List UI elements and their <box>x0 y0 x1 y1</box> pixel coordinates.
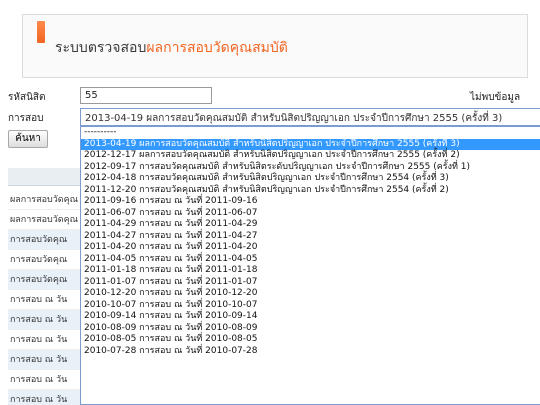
dropdown-option[interactable]: 2010-12-20 การสอบ ณ วันที่ 2010-12-20 <box>81 288 540 300</box>
dropdown-option[interactable]: 2011-06-07 การสอบ ณ วันที่ 2011-06-07 <box>81 208 540 220</box>
dropdown-option[interactable]: 2010-09-14 การสอบ ณ วันที่ 2010-09-14 <box>81 311 540 323</box>
dropdown-option[interactable]: 2010-08-09 การสอบ ณ วันที่ 2010-08-09 <box>81 323 540 335</box>
table-row: การสอบ ณ วัน <box>8 390 80 405</box>
page-title: ระบบตรวจสอบผลการสอบวัดคุณสมบัติ <box>55 37 288 59</box>
table-row: การสอบวัดคุณ <box>8 230 80 250</box>
dropdown-option[interactable]: 2011-04-27 การสอบ ณ วันที่ 2011-04-27 <box>81 231 540 243</box>
dropdown-option[interactable]: 2011-09-16 การสอบ ณ วันที่ 2011-09-16 <box>81 196 540 208</box>
dropdown-option[interactable]: 2011-04-05 การสอบ ณ วันที่ 2011-04-05 <box>81 254 540 266</box>
table-row: ผลการสอบวัดคุณ <box>8 190 80 210</box>
dropdown-option[interactable]: 2011-12-20 การสอบวัดคุณสมบัติ สำหรับนิสิ… <box>81 185 540 197</box>
table-row: การสอบ ณ วัน <box>8 290 80 310</box>
exam-dropdown-list[interactable]: ---------- 2013-04-19 ผลการสอบวัดคุณสมบัต… <box>80 126 540 405</box>
status-text: ไม่พบข้อมูล <box>470 92 521 103</box>
table-row: การสอบ ณ วัน <box>8 330 80 350</box>
dropdown-option[interactable]: 2010-07-28 การสอบ ณ วันที่ 2010-07-28 <box>81 346 540 358</box>
table-row: การสอบ ณ วัน <box>8 310 80 330</box>
table-row: การสอบวัดคุณ <box>8 250 80 270</box>
results-table: ผลการสอบวัดคุณ ผลการสอบวัดคุณ การสอบวัดคุณ… <box>8 190 80 405</box>
dropdown-option[interactable]: 2011-01-18 การสอบ ณ วันที่ 2011-01-18 <box>81 265 540 277</box>
student-id-input[interactable]: 55 <box>80 87 212 104</box>
dropdown-option[interactable]: 2013-04-19 ผลการสอบวัดคุณสมบัติ สำหรับนิ… <box>81 138 540 150</box>
student-id-label: รหัสนิสิต <box>8 92 46 103</box>
dropdown-option[interactable]: 2011-04-29 การสอบ ณ วันที่ 2011-04-29 <box>81 219 540 231</box>
dropdown-option[interactable]: 2011-01-07 การสอบ ณ วันที่ 2011-01-07 <box>81 277 540 289</box>
table-row: การสอบวัดคุณ <box>8 270 80 290</box>
page-header: ระบบตรวจสอบผลการสอบวัดคุณสมบัติ <box>22 14 528 78</box>
dropdown-option[interactable]: 2011-04-20 การสอบ ณ วันที่ 2011-04-20 <box>81 242 540 254</box>
page-title-highlight: ผลการสอบวัดคุณสมบัติ <box>146 40 288 56</box>
dropdown-option[interactable]: 2012-09-17 การสอบวัดคุณสมบัติ สำหรับนิสิ… <box>81 162 540 174</box>
results-table-header <box>8 168 80 186</box>
header-accent-bar <box>37 21 45 43</box>
dropdown-option[interactable]: ---------- <box>81 127 540 139</box>
table-row: การสอบ ณ วัน <box>8 350 80 370</box>
exam-select[interactable]: 2013-04-19 ผลการสอบวัดคุณสมบัติ สำหรับนิ… <box>80 108 540 126</box>
dropdown-option[interactable]: 2010-08-05 การสอบ ณ วันที่ 2010-08-05 <box>81 334 540 346</box>
dropdown-option[interactable]: 2010-10-07 การสอบ ณ วันที่ 2010-10-07 <box>81 300 540 312</box>
table-row: ผลการสอบวัดคุณ <box>8 210 80 230</box>
dropdown-option[interactable]: 2012-04-18 การสอบวัดคุณสมบัติ สำหรับนิสิ… <box>81 173 540 185</box>
dropdown-option[interactable]: 2012-12-17 ผลการสอบวัดคุณสมบัติ สำหรับนิ… <box>81 150 540 162</box>
page-title-prefix: ระบบตรวจสอบ <box>55 40 147 56</box>
exam-label: การสอบ <box>8 113 44 124</box>
search-button[interactable]: ค้นหา <box>8 130 48 148</box>
table-row: การสอบ ณ วัน <box>8 370 80 390</box>
